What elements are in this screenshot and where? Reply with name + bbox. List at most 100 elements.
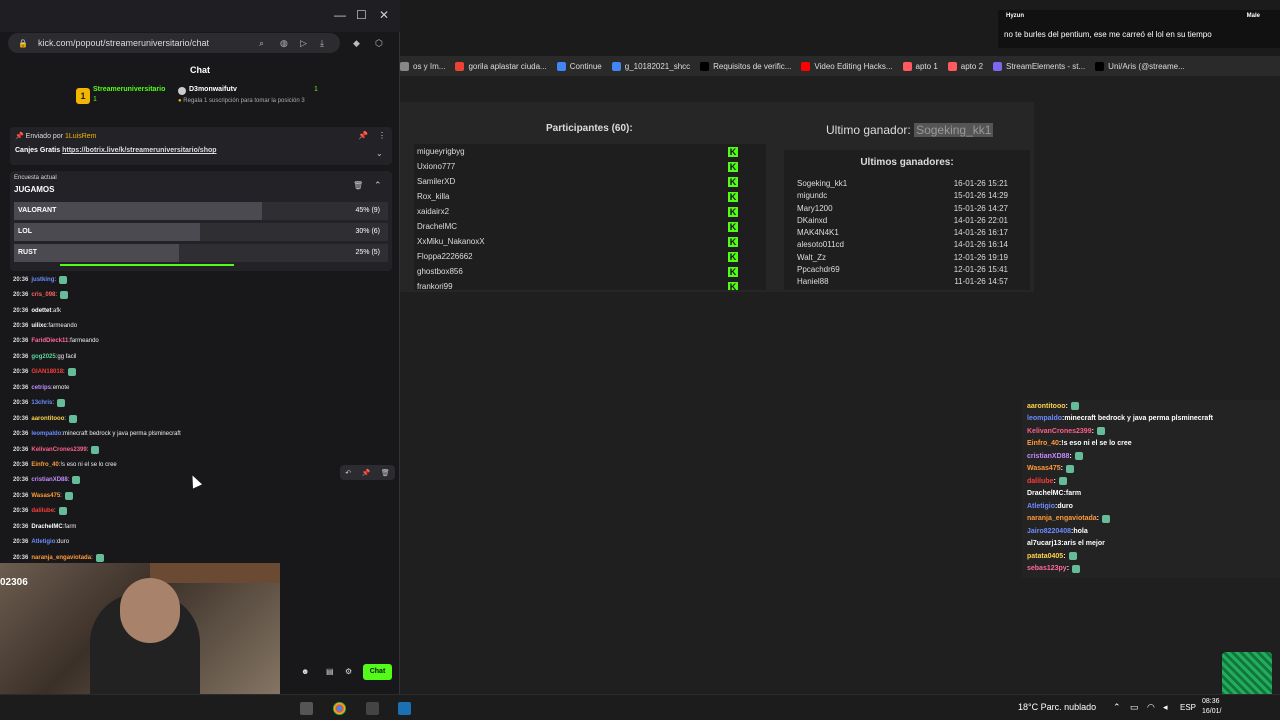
chat-timestamp: 20:36 — [13, 539, 29, 546]
overlay-chat-colon: : — [1069, 452, 1072, 460]
chat-username[interactable]: gog2025 — [31, 354, 55, 360]
chat-username[interactable]: Atletigio — [31, 539, 55, 545]
chat-username[interactable]: cetrips — [31, 385, 51, 391]
participant-row: migueyrigbyg K — [414, 144, 766, 159]
chat-timestamp: 20:36 — [13, 431, 29, 438]
bookmark-item[interactable]: Continue — [556, 61, 602, 71]
bookmark-favicon-icon — [611, 61, 621, 71]
chat-messages: 20:36 justking: 20:36 cris_098: 20:36 odett… — [10, 272, 390, 564]
poll-option[interactable]: LOL 30% (6) — [14, 223, 388, 241]
play-icon[interactable]: ▷ — [300, 38, 307, 49]
calculator-icon[interactable] — [366, 702, 379, 715]
bookmark-item[interactable]: StreamElements - st... — [993, 61, 1085, 71]
chat-colon: : — [55, 292, 58, 299]
chat-username[interactable]: cris_098 — [31, 292, 55, 298]
bookmark-label: apto 1 — [915, 61, 938, 71]
url-bar[interactable]: 🔒 kick.com/popout/streameruniversitario/… — [8, 33, 340, 53]
leader-1-name[interactable]: Streameruniversitario — [93, 86, 165, 93]
trash-icon[interactable]: 🗑 — [353, 181, 363, 190]
bookmark-item[interactable]: os y Im... — [400, 61, 445, 71]
search-icon[interactable]: ⌕ — [259, 38, 264, 49]
emote-icon — [1065, 464, 1074, 473]
gear-icon[interactable]: ⚙ — [345, 667, 352, 676]
poll-label: Encuesta actual — [14, 175, 57, 181]
bookmark-favicon-icon — [947, 61, 957, 71]
download-icon[interactable]: ⤓ — [320, 38, 324, 49]
minimize-icon[interactable]: — — [334, 8, 346, 22]
chat-username[interactable]: FaridDieck11 — [31, 338, 68, 344]
pinned-message[interactable]: 📌 Enviado por 1LuisRem 📌 ⋮ Canjes Gratis… — [10, 127, 392, 165]
chrome-icon[interactable] — [333, 702, 346, 715]
message-actions: ↶ 📌 🗑 — [340, 465, 395, 480]
weather-widget[interactable]: 18°C Parc. nublado — [1018, 702, 1096, 712]
bookmark-item[interactable]: gorila aplastar ciuda... — [455, 61, 547, 71]
overlay-chat-username: al7ucarj13 — [1027, 540, 1062, 548]
participant-name: DrachelMC — [417, 222, 458, 231]
volume-icon[interactable]: ◂ — [1163, 702, 1168, 713]
winner-date: 14-01-26 16:14 — [953, 240, 1008, 250]
chat-text: farm — [64, 523, 77, 530]
chat-message: 20:36 FaridDieck11: farmeando — [10, 334, 390, 349]
send-chat-button[interactable]: Chat — [363, 664, 392, 680]
chat-username[interactable]: naranja_engaviotada — [31, 555, 91, 561]
bookmark-favicon-icon — [556, 61, 566, 71]
chat-username[interactable]: justking — [31, 277, 54, 283]
bookmark-item[interactable]: Requisitos de verific... — [700, 61, 791, 71]
chat-username[interactable]: uilixc — [31, 323, 46, 329]
chat-username[interactable]: aarontitooo — [31, 416, 64, 422]
overlay-chat-username: KelivanCrones2399 — [1027, 427, 1092, 435]
chat-username[interactable]: Wasas475 — [31, 493, 60, 499]
overlay-chat-username: DrachelMC — [1027, 490, 1064, 498]
participants-list[interactable]: migueyrigbyg K Uxiono777 K SamilerXD K Rox_kil… — [414, 144, 766, 290]
chat-username[interactable]: 13chris — [31, 400, 52, 406]
winners-title: Ultimos ganadores: — [860, 157, 954, 168]
leader-2-name[interactable]: D3monwaifutv — [189, 86, 237, 93]
chat-username[interactable]: KelivanCrones2399 — [31, 447, 86, 453]
chat-username[interactable]: dalilube — [31, 508, 54, 514]
poll-option[interactable]: VALORANT 45% (9) — [14, 202, 388, 220]
emote-icon — [1072, 564, 1081, 573]
pin-message-icon[interactable]: 📌 — [362, 469, 371, 477]
chat-username[interactable]: cristianXD88 — [31, 477, 67, 483]
steam-icon[interactable] — [398, 702, 411, 715]
reply-icon[interactable]: ↶ — [345, 469, 351, 477]
bookmark-item[interactable]: Uni/Aris (@streame... — [1095, 61, 1185, 71]
wifi-icon[interactable]: ◠ — [1147, 702, 1155, 713]
participant-row: xaidairx2 K — [414, 204, 766, 219]
chat-username[interactable]: GIAN18018 — [31, 369, 63, 375]
chevron-down-icon[interactable]: ⌄ — [376, 149, 383, 158]
chat-timestamp: 20:36 — [13, 307, 29, 314]
more-options-icon[interactable]: ⋮ — [378, 131, 386, 140]
chat-timestamp: 20:36 — [13, 323, 29, 330]
bookmark-item[interactable]: g_10182021_shcc — [611, 61, 690, 71]
settings-icon[interactable]: ⬡ — [375, 38, 383, 49]
shield-icon[interactable]: ◍ — [280, 38, 288, 49]
pin-icon[interactable]: 📌 — [358, 131, 368, 140]
chevron-up-icon[interactable]: ⌃ — [374, 180, 382, 191]
participant-name: ghostbox856 — [417, 267, 463, 276]
poll-option[interactable]: RUST 25% (5) — [14, 244, 388, 262]
app-icon[interactable] — [300, 702, 313, 715]
language-indicator[interactable]: ESP — [1180, 703, 1196, 712]
winners-list[interactable]: Ultimos ganadores: Sogeking_kk1 16-01-26 … — [784, 150, 1030, 290]
close-icon[interactable]: ✕ — [379, 8, 389, 22]
winner-name: migundc — [797, 191, 828, 201]
bookmark-item[interactable]: Video Editing Hacks... — [801, 61, 893, 71]
bookmark-item[interactable]: apto 2 — [947, 61, 983, 71]
chat-username[interactable]: leompaldo — [31, 431, 61, 437]
delete-icon[interactable]: 🗑 — [381, 469, 390, 477]
emoji-icon[interactable]: ☻ — [301, 667, 309, 676]
maximize-icon[interactable]: ☐ — [356, 8, 367, 22]
bookmark-item[interactable]: apto 1 — [902, 61, 938, 71]
network-icon[interactable]: ▭ — [1130, 702, 1139, 713]
chat-username[interactable]: Einfro_40 — [31, 462, 58, 468]
extension-icon[interactable]: ◆ — [353, 38, 360, 49]
gift-store-icon[interactable]: ▤ — [326, 667, 334, 676]
chat-username[interactable]: odettet — [31, 308, 51, 314]
overlay-chat-username: Atletigio — [1027, 502, 1055, 510]
clock[interactable]: 08:36 16/01/ — [1202, 697, 1221, 717]
chat-username[interactable]: DrachelMC — [31, 524, 62, 530]
pinned-link[interactable]: https://botrix.live/k/streameruniversita… — [62, 147, 216, 154]
participant-row: DrachelMC K — [414, 219, 766, 234]
tray-chevron-icon[interactable]: ⌃ — [1113, 702, 1121, 713]
